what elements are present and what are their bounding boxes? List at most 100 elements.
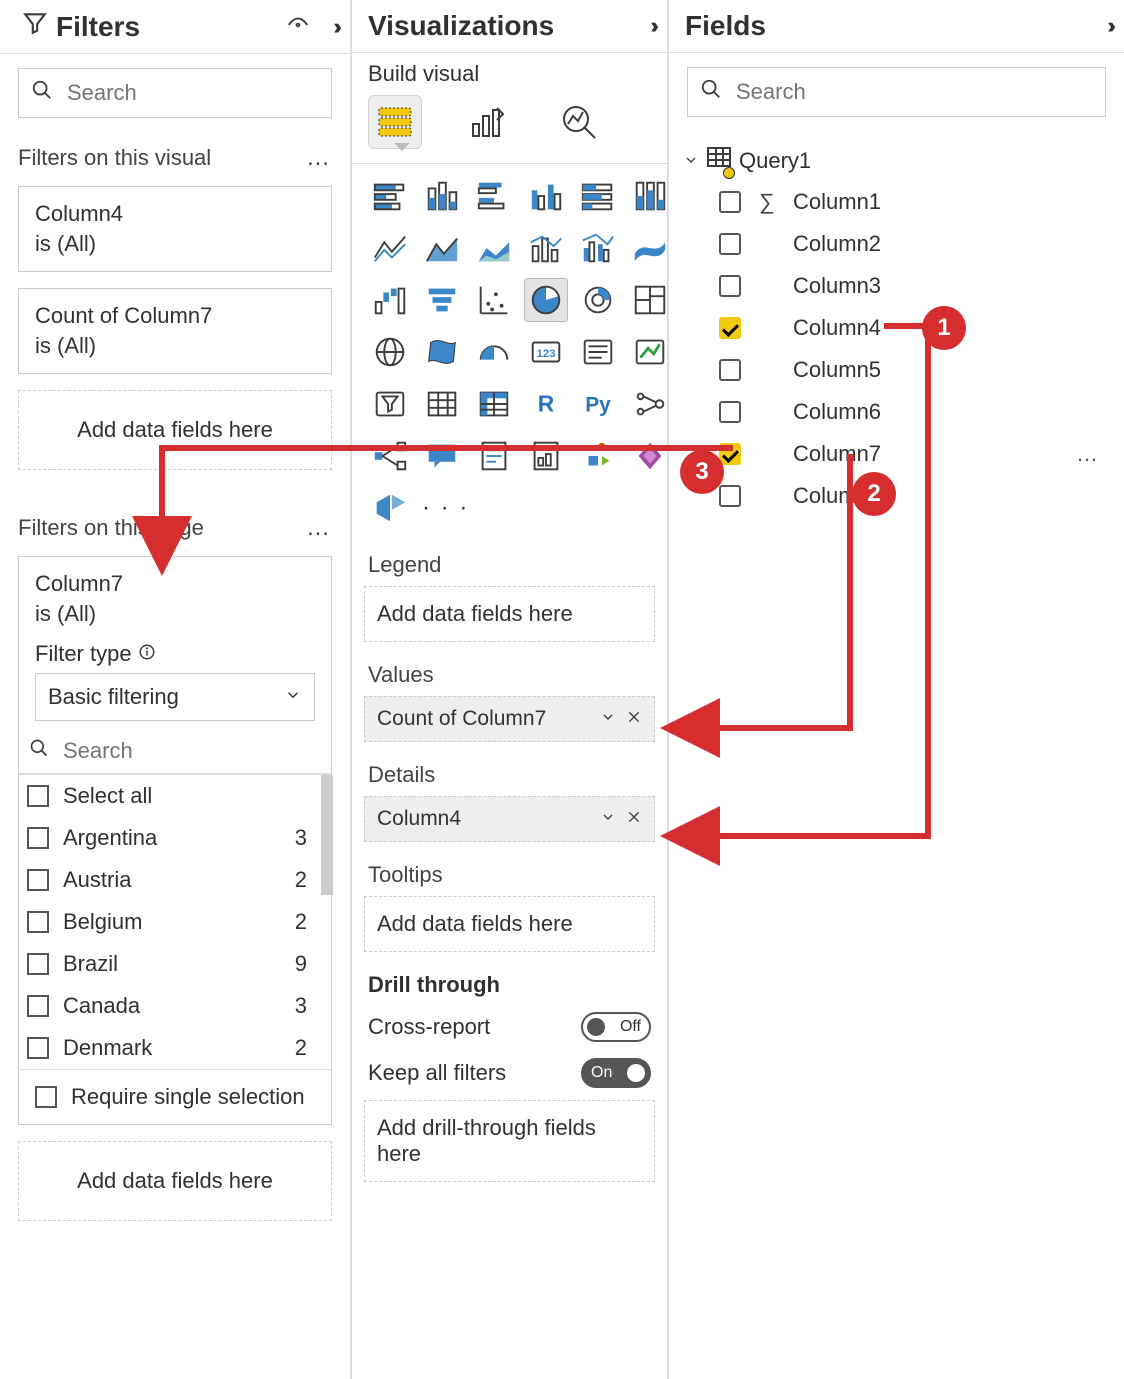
legend-well[interactable]: Add data fields here [364,586,655,642]
hundred-stacked-column-icon[interactable] [628,174,672,218]
remove-icon[interactable] [626,808,642,831]
info-icon[interactable] [138,641,156,667]
power-apps-icon[interactable] [628,434,672,478]
paginated-report-icon[interactable] [524,434,568,478]
filter-type-select[interactable]: Basic filtering [35,673,315,721]
fields-search-input[interactable] [734,78,1093,106]
decomposition-tree-icon[interactable] [368,434,412,478]
filter-values-search-input[interactable] [61,737,321,765]
build-visual-tab[interactable] [368,95,422,149]
filter-option[interactable]: Brazil 9 [19,943,331,985]
field-checkbox[interactable] [719,401,741,423]
field-row[interactable]: Column4 [679,307,1114,349]
checkbox[interactable] [27,911,49,933]
get-more-visuals-icon[interactable] [368,486,412,530]
slicer-icon[interactable] [368,382,412,426]
field-checkbox[interactable] [719,233,741,255]
checkbox[interactable] [27,953,49,975]
checkbox[interactable] [27,995,49,1017]
eye-icon[interactable] [285,11,311,43]
filter-option[interactable]: Austria 2 [19,859,331,901]
table-node[interactable]: Query1 [679,141,1114,181]
checkbox[interactable] [27,1037,49,1059]
field-checkbox[interactable] [719,485,741,507]
map-icon[interactable] [368,330,412,374]
checkbox[interactable] [27,869,49,891]
field-row[interactable]: Column7 … [679,433,1114,475]
table-icon[interactable] [420,382,464,426]
chevron-down-icon[interactable] [600,708,616,731]
filter-option[interactable]: Argentina 3 [19,817,331,859]
ribbon-chart-icon[interactable] [628,226,672,270]
stacked-area-icon[interactable] [472,226,516,270]
qna-icon[interactable] [420,434,464,478]
stacked-column-icon[interactable] [420,174,464,218]
field-row[interactable]: Column8 [679,475,1114,517]
more-icon[interactable]: … [1076,441,1110,467]
field-checkbox[interactable] [719,275,741,297]
field-row[interactable]: ∑ Column1 [679,181,1114,223]
kpi-icon[interactable] [628,330,672,374]
stacked-bar-icon[interactable] [368,174,412,218]
chevron-down-icon[interactable] [600,808,616,831]
donut-chart-icon[interactable] [576,278,620,322]
field-row[interactable]: Column5 [679,349,1114,391]
gauge-icon[interactable] [472,330,516,374]
field-checkbox[interactable] [719,317,741,339]
filter-option[interactable]: Belgium 2 [19,901,331,943]
hundred-stacked-bar-icon[interactable] [576,174,620,218]
more-icon[interactable]: … [306,514,332,542]
values-well-pill[interactable]: Count of Column7 [364,696,655,742]
filter-card-column4[interactable]: Column4 is (All) [18,186,332,272]
multirow-card-icon[interactable] [576,330,620,374]
area-chart-icon[interactable] [420,226,464,270]
line-clustered-column-icon[interactable] [576,226,620,270]
treemap-icon[interactable] [628,278,672,322]
r-visual-icon[interactable]: R [524,382,568,426]
scrollbar[interactable] [321,775,333,895]
pie-chart-icon[interactable] [524,278,568,322]
more-visuals-icon[interactable]: · · · [422,494,469,522]
field-row[interactable]: Column2 [679,223,1114,265]
collapse-icon[interactable]: ›› [1107,13,1110,39]
filter-card-count-column7[interactable]: Count of Column7 is (All) [18,288,332,374]
filter-values-search[interactable] [19,729,331,774]
field-checkbox[interactable] [719,443,741,465]
page-filters-dropzone[interactable]: Add data fields here [18,1141,332,1221]
field-row[interactable]: Column3 [679,265,1114,307]
clustered-bar-icon[interactable] [472,174,516,218]
power-automate-icon[interactable] [576,434,620,478]
line-chart-icon[interactable] [368,226,412,270]
waterfall-icon[interactable] [368,278,412,322]
clustered-column-icon[interactable] [524,174,568,218]
more-icon[interactable]: … [306,144,332,172]
checkbox[interactable] [27,785,49,807]
visual-filters-dropzone[interactable]: Add data fields here [18,390,332,470]
field-checkbox[interactable] [719,191,741,213]
key-influencers-icon[interactable] [628,382,672,426]
filters-search-input[interactable] [65,79,319,107]
drillthrough-well[interactable]: Add drill-through fields here [364,1100,655,1182]
funnel-chart-icon[interactable] [420,278,464,322]
keep-filters-toggle[interactable]: On [581,1058,651,1088]
filters-search[interactable] [18,68,332,118]
python-visual-icon[interactable]: Py [576,382,620,426]
require-single-checkbox[interactable] [35,1086,57,1108]
collapse-icon[interactable]: ›› [333,14,336,40]
matrix-icon[interactable] [472,382,516,426]
field-checkbox[interactable] [719,359,741,381]
field-row[interactable]: Column6 [679,391,1114,433]
filter-option[interactable]: Denmark 2 [19,1027,331,1069]
page-filter-card-column7[interactable]: Column7 is (All) Filter type Basic filte… [18,556,332,1125]
remove-icon[interactable] [626,708,642,731]
details-well-pill[interactable]: Column4 [364,796,655,842]
filter-option[interactable]: Canada 3 [19,985,331,1027]
checkbox[interactable] [27,827,49,849]
fields-search[interactable] [687,67,1106,117]
filter-option[interactable]: Select all [19,775,331,817]
line-stacked-column-icon[interactable] [524,226,568,270]
scatter-chart-icon[interactable] [472,278,516,322]
collapse-icon[interactable]: ›› [650,13,653,39]
filled-map-icon[interactable] [420,330,464,374]
format-visual-tab[interactable] [460,95,514,149]
